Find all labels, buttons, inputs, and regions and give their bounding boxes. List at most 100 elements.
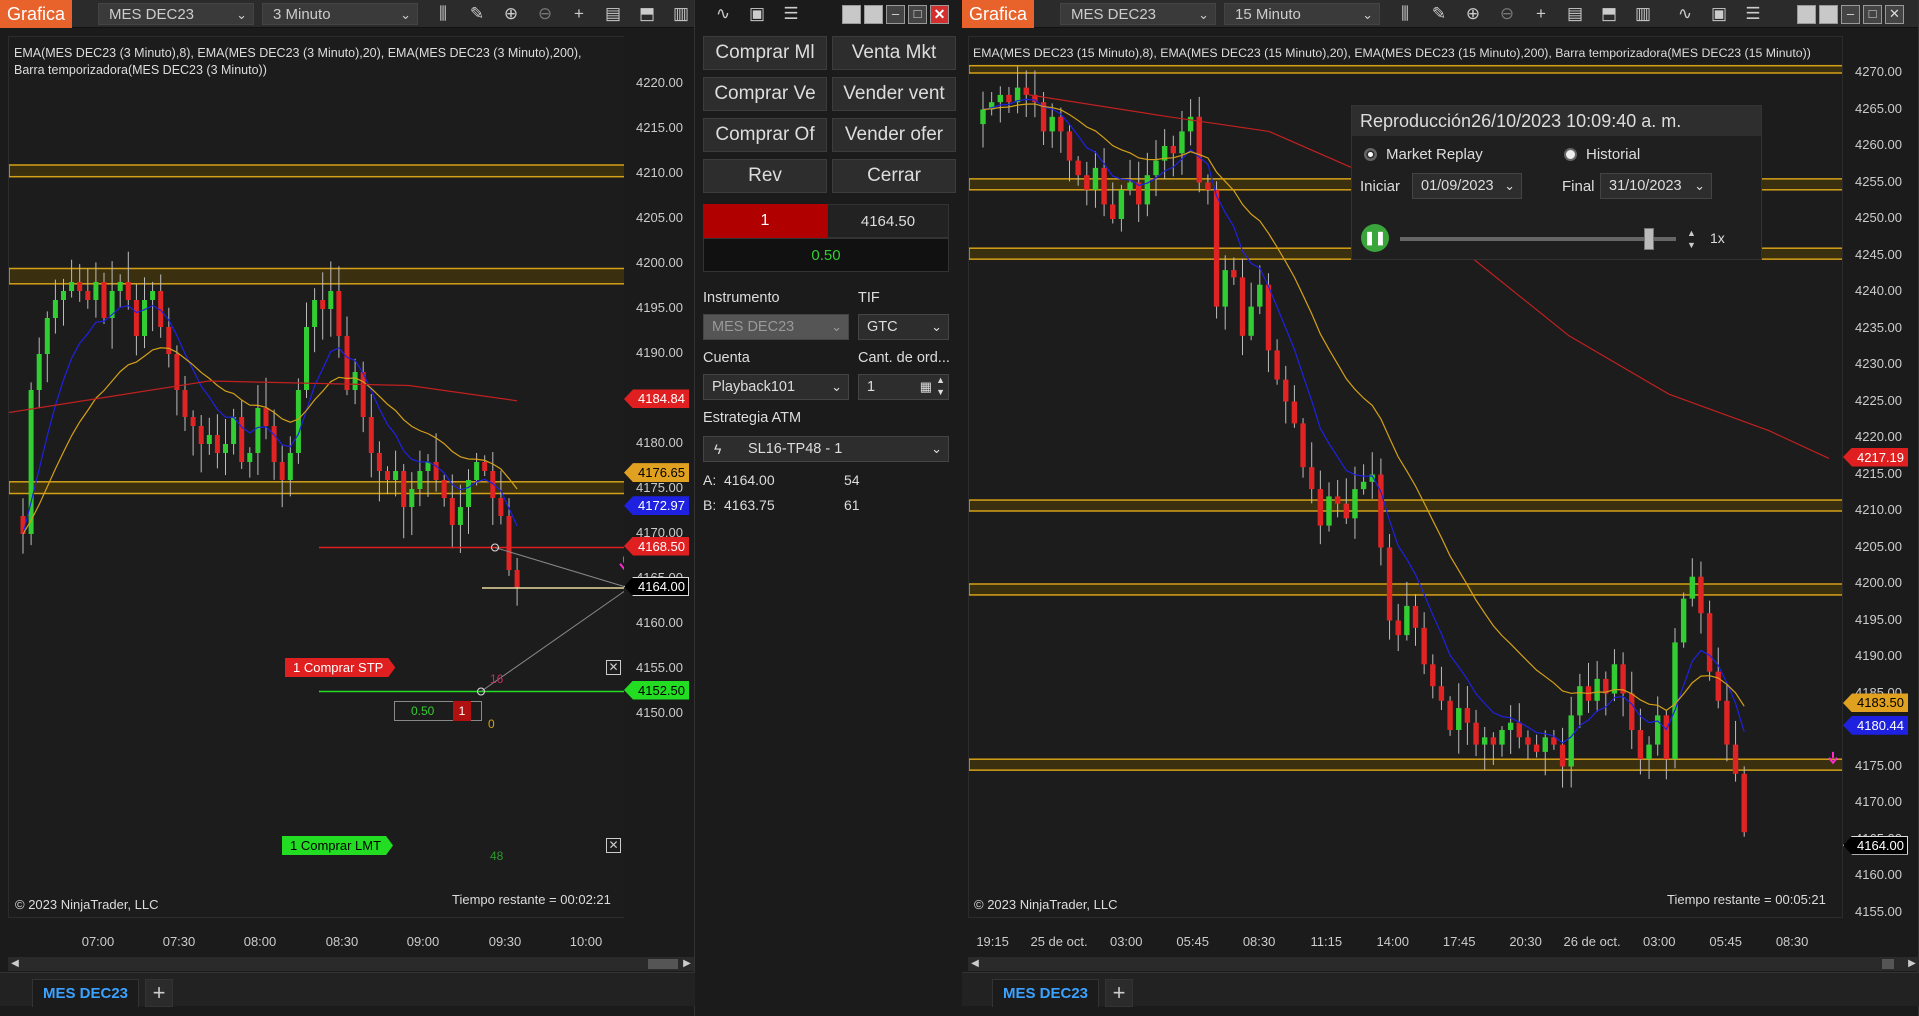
data-box-icon[interactable]: ▣	[1708, 3, 1730, 25]
buy-bid-button[interactable]: Comprar Ve	[703, 77, 827, 111]
buy-market-button[interactable]: Comprar Ml	[703, 36, 827, 70]
left-add-tab-button[interactable]: +	[145, 979, 173, 1007]
candle-body	[449, 498, 455, 525]
close-button[interactable]: ✕	[1885, 5, 1904, 24]
zoom-in-icon[interactable]: ⊕	[1462, 3, 1484, 25]
atm-strategy-select[interactable]: ϟ SL16-TP48 - 1 ⌄	[703, 436, 949, 462]
left-scroll-thumb[interactable]	[648, 959, 678, 969]
candle-body	[1291, 401, 1298, 424]
candle-body	[441, 480, 447, 498]
left-time-axis[interactable]: 07:00 07:30 08:00 08:30 09:00 09:30 10:00	[8, 934, 631, 954]
scroll-right-icon[interactable]: ▶	[680, 957, 694, 971]
right-price-marker[interactable]: 4217.19	[1843, 447, 1908, 467]
speed-stepper-icon[interactable]: ▲ ▼	[1687, 227, 1699, 251]
scroll-left-icon[interactable]: ◀	[968, 957, 982, 971]
close-button[interactable]: ✕	[930, 5, 949, 24]
left-price-marker[interactable]: 4168.50	[624, 536, 689, 556]
limit-order-label[interactable]: 1 Comprar LMT	[282, 836, 393, 855]
crosshair-icon[interactable]: +	[568, 3, 590, 25]
sell-ask-button[interactable]: Vender ofer	[832, 118, 956, 152]
zoom-out-icon[interactable]: ⊖	[1496, 3, 1518, 25]
candle-body	[312, 300, 318, 327]
strategies-icon[interactable]: ▥	[1632, 3, 1654, 25]
tile-button[interactable]	[842, 5, 861, 24]
stepper-arrows-icon[interactable]: ▲ ▼	[936, 374, 945, 398]
tif-select[interactable]: GTC ⌄	[858, 314, 949, 340]
left-period-select[interactable]: 3 Minuto ⌄	[262, 3, 418, 25]
reverse-button[interactable]: Rev	[703, 159, 827, 193]
maximize-button[interactable]: □	[908, 5, 927, 24]
left-tab-mes[interactable]: MES DEC23	[32, 979, 140, 1007]
left-instrument-select[interactable]: MES DEC23 ⌄	[98, 3, 254, 25]
right-add-tab-button[interactable]: +	[1105, 979, 1133, 1007]
right-price-marker[interactable]: 4183.50	[1843, 693, 1908, 713]
bar-type-icon[interactable]: ⫼	[1394, 3, 1416, 25]
playback-slider[interactable]	[1400, 237, 1676, 241]
zoom-out-icon[interactable]: ⊖	[534, 3, 556, 25]
playback-slider-handle[interactable]	[1644, 228, 1654, 250]
candle-body	[77, 282, 83, 291]
right-price-marker[interactable]: 4180.44	[1843, 715, 1908, 735]
strategies-icon[interactable]: ▥	[670, 3, 692, 25]
indicators-icon[interactable]: ∿	[712, 3, 734, 25]
right-scrollbar[interactable]: ◀ ▶	[968, 957, 1919, 971]
left-price-plot[interactable]: EMA(MES DEC23 (3 Minuto),8), EMA(MES DEC…	[8, 36, 631, 918]
right-period-select[interactable]: 15 Minuto ⌄	[1224, 3, 1380, 25]
left-price-marker[interactable]: 4184.84	[624, 389, 689, 409]
tile-button[interactable]	[1797, 5, 1816, 24]
right-price-axis[interactable]: 4270.00 4265.00 4260.00 4255.00 4250.00 4245.…	[1843, 36, 1913, 919]
right-tab-mes[interactable]: MES DEC23	[992, 979, 1100, 1007]
start-date-picker[interactable]: 01/09/2023 ⌄	[1412, 173, 1522, 199]
tile2-button[interactable]	[864, 5, 883, 24]
right-scroll-thumb[interactable]	[1882, 959, 1894, 969]
left-price-marker[interactable]: 4176.65	[624, 463, 689, 483]
buy-ask-button[interactable]: Comprar Of	[703, 118, 827, 152]
market-replay-radio[interactable]	[1364, 148, 1377, 161]
cancel-stop-icon[interactable]: ✕	[606, 660, 621, 675]
candle-body	[1118, 189, 1125, 219]
stop-order-label[interactable]: 1 Comprar STP	[285, 658, 395, 677]
bar-type-icon[interactable]: ⫼	[432, 3, 454, 25]
candle-body	[1006, 94, 1012, 103]
sell-bid-button[interactable]: Vender vent	[832, 77, 956, 111]
calculator-icon[interactable]: ▦	[920, 375, 932, 399]
templates-icon[interactable]: ⬒	[1598, 3, 1620, 25]
properties-icon[interactable]: ▤	[1564, 3, 1586, 25]
left-price-marker[interactable]: 4164.00	[624, 577, 689, 596]
properties-icon[interactable]: ▤	[602, 3, 624, 25]
pause-button[interactable]: ❚❚	[1361, 224, 1389, 252]
scroll-left-icon[interactable]: ◀	[8, 957, 22, 971]
pencil-icon[interactable]: ✎	[466, 3, 488, 25]
scroll-right-icon[interactable]: ▶	[1905, 957, 1919, 971]
end-date-picker[interactable]: 31/10/2023 ⌄	[1600, 173, 1712, 199]
list-icon[interactable]: ☰	[780, 3, 802, 25]
tile2-button[interactable]	[1819, 5, 1838, 24]
position-box[interactable]: 0.50 1	[394, 701, 482, 721]
right-instrument-select[interactable]: MES DEC23 ⌄	[1060, 3, 1216, 25]
historical-radio[interactable]	[1564, 148, 1577, 161]
sell-market-button[interactable]: Venta Mkt	[832, 36, 956, 70]
right-time-axis[interactable]: 19:15 25 de oct. 03:00 05:45 08:30 11:15 14:00…	[968, 934, 1843, 954]
maximize-button[interactable]: □	[1863, 5, 1882, 24]
data-box-icon[interactable]: ▣	[746, 3, 768, 25]
list-icon[interactable]: ☰	[1742, 3, 1764, 25]
close-position-button[interactable]: Cerrar	[832, 159, 956, 193]
cancel-limit-icon[interactable]: ✕	[606, 838, 621, 853]
crosshair-icon[interactable]: +	[1530, 3, 1552, 25]
left-price-axis[interactable]: 4220.00 4215.00 4210.00 4205.00 4200.00 4195.…	[624, 36, 694, 918]
candle-body	[1663, 715, 1670, 760]
quantity-stepper[interactable]: 1 ▦ ▲ ▼	[858, 374, 949, 400]
indicators-icon[interactable]: ∿	[1674, 3, 1696, 25]
minimize-button[interactable]: –	[1841, 5, 1860, 24]
account-select[interactable]: Playback101 ⌄	[703, 374, 849, 400]
minimize-button[interactable]: –	[886, 5, 905, 24]
templates-icon[interactable]: ⬒	[636, 3, 658, 25]
zoom-in-icon[interactable]: ⊕	[500, 3, 522, 25]
right-price-marker[interactable]: 4164.00	[1843, 835, 1908, 855]
left-scrollbar[interactable]: ◀ ▶	[8, 957, 694, 971]
left-price-tick: 4155.00	[636, 660, 683, 675]
left-price-marker[interactable]: 4152.50	[624, 680, 689, 700]
pencil-icon[interactable]: ✎	[1428, 3, 1450, 25]
left-price-marker[interactable]: 4172.97	[624, 496, 689, 516]
right-price-tick: 4245.00	[1855, 246, 1902, 262]
